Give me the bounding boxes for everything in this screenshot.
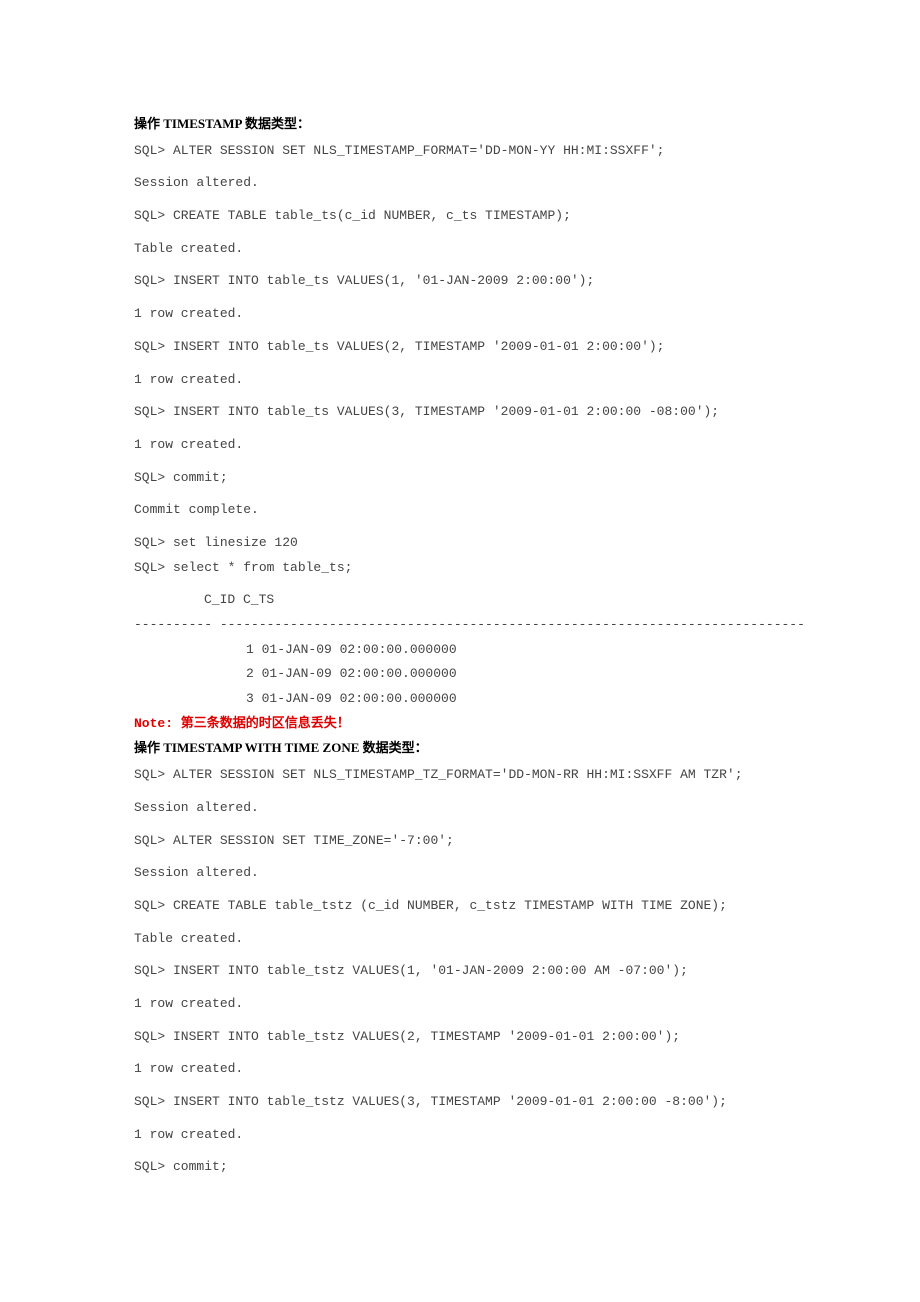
code-line: Session altered. (134, 861, 786, 886)
section1-heading: 操作 TIMESTAMP 数据类型： (134, 112, 786, 137)
code-line: SQL> CREATE TABLE table_ts(c_id NUMBER, … (134, 204, 786, 229)
code-line: Table created. (134, 927, 786, 952)
code-line: SQL> CREATE TABLE table_tstz (c_id NUMBE… (134, 894, 786, 919)
code-line: SQL> INSERT INTO table_tstz VALUES(1, '0… (134, 959, 786, 984)
page-content: 操作 TIMESTAMP 数据类型： SQL> ALTER SESSION SE… (0, 0, 920, 1248)
code-line: Table created. (134, 237, 786, 262)
code-line: SQL> commit; (134, 1155, 786, 1180)
code-line: Commit complete. (134, 498, 786, 523)
code-line: Session altered. (134, 171, 786, 196)
column-header: C_ID C_TS (134, 588, 786, 613)
code-line: SQL> INSERT INTO table_ts VALUES(3, TIME… (134, 400, 786, 425)
code-line: SQL> set linesize 120 (134, 531, 786, 556)
code-line: 1 row created. (134, 302, 786, 327)
select-stmt: SQL> select * from table_ts; (134, 556, 786, 581)
code-line: 1 row created. (134, 1123, 786, 1148)
result-row: 2 01-JAN-09 02:00:00.000000 (134, 662, 786, 687)
code-line: 1 row created. (134, 1057, 786, 1082)
code-line: 1 row created. (134, 368, 786, 393)
code-line: SQL> ALTER SESSION SET NLS_TIMESTAMP_FOR… (134, 139, 786, 164)
code-line: SQL> INSERT INTO table_ts VALUES(1, '01-… (134, 269, 786, 294)
code-line: SQL> INSERT INTO table_tstz VALUES(2, TI… (134, 1025, 786, 1050)
code-line: SQL> ALTER SESSION SET TIME_ZONE='-7:00'… (134, 829, 786, 854)
code-line: SQL> INSERT INTO table_ts VALUES(2, TIME… (134, 335, 786, 360)
code-line: SQL> INSERT INTO table_tstz VALUES(3, TI… (134, 1090, 786, 1115)
result-row: 3 01-JAN-09 02:00:00.000000 (134, 687, 786, 712)
result-row: 1 01-JAN-09 02:00:00.000000 (134, 638, 786, 663)
code-line: 1 row created. (134, 992, 786, 1017)
section2-heading: 操作 TIMESTAMP WITH TIME ZONE 数据类型： (134, 736, 786, 761)
code-line: SQL> commit; (134, 466, 786, 491)
separator-dashes: ---------- -----------------------------… (134, 613, 786, 638)
code-line: SQL> ALTER SESSION SET NLS_TIMESTAMP_TZ_… (134, 763, 786, 788)
code-line: Session altered. (134, 796, 786, 821)
note-text: Note: 第三条数据的时区信息丢失！ (134, 712, 786, 737)
code-line: 1 row created. (134, 433, 786, 458)
